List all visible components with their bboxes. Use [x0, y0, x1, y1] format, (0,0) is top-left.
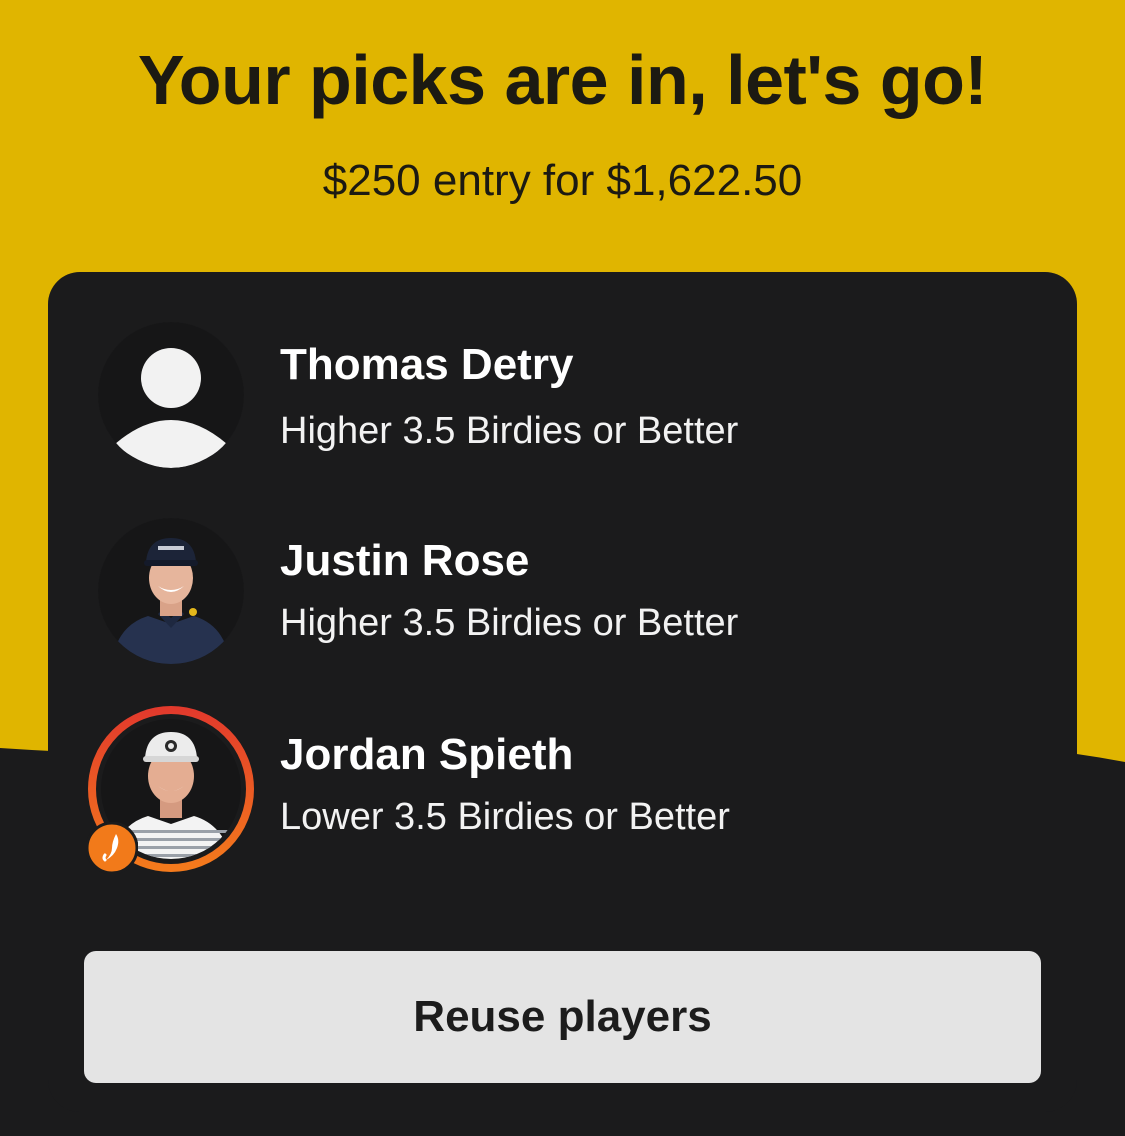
page-title: Your picks are in, let's go!	[137, 41, 988, 119]
player-name: Jordan Spieth	[280, 730, 574, 779]
pick-detail: Lower 3.5 Birdies or Better	[280, 796, 730, 838]
entry-summary: $250 entry for $1,622.50	[322, 156, 803, 205]
pick-detail: Higher 3.5 Birdies or Better	[280, 602, 739, 644]
pick-item[interactable]: Thomas Detry Higher 3.5 Birdies or Bette…	[48, 322, 1077, 492]
default-person-icon	[98, 322, 244, 468]
player-name: Justin Rose	[280, 536, 530, 585]
reuse-players-button[interactable]: Reuse players	[84, 951, 1041, 1083]
pick-item[interactable]: Justin Rose Higher 3.5 Birdies or Better	[48, 518, 1077, 688]
player-photo	[98, 518, 244, 664]
picks-card: Thomas Detry Higher 3.5 Birdies or Bette…	[48, 272, 1077, 1112]
pick-detail: Higher 3.5 Birdies or Better	[280, 410, 739, 452]
pick-item[interactable]: Jordan Spieth Lower 3.5 Birdies or Bette…	[48, 706, 1077, 882]
flame-icon	[85, 821, 139, 875]
player-name: Thomas Detry	[280, 340, 574, 389]
